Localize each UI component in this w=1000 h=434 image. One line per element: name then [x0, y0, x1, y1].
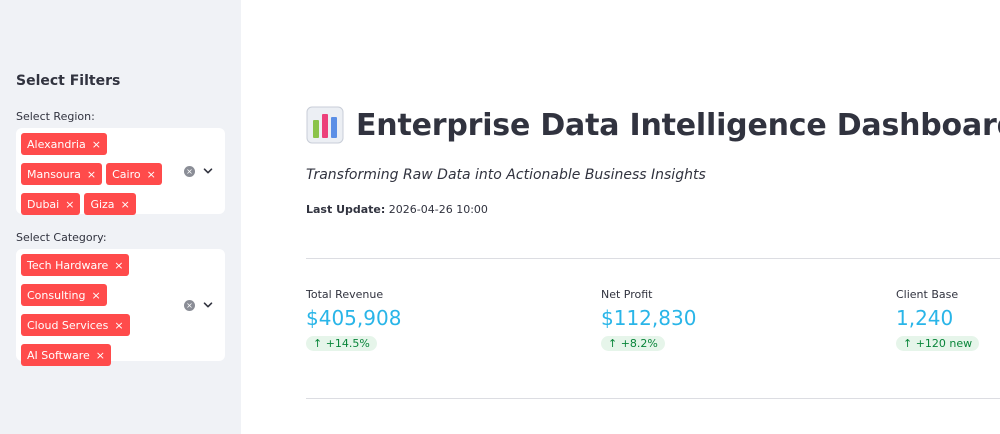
- last-update-label: Last Update:: [306, 203, 386, 216]
- clear-icon[interactable]: ×: [184, 300, 195, 311]
- metric-delta-badge: ↑ +14.5%: [306, 336, 377, 351]
- category-tag: Tech Hardware ×: [21, 254, 130, 276]
- title-row: Enterprise Data Intelligence Dashboard: [306, 106, 1000, 144]
- region-filter-label: Select Region:: [16, 110, 95, 123]
- region-tag-label: Alexandria: [27, 137, 86, 151]
- category-tag: Consulting ×: [21, 284, 107, 306]
- metric-delta-badge: ↑ +120 new: [896, 336, 980, 351]
- main-content: Enterprise Data Intelligence Dashboard T…: [241, 0, 1000, 434]
- category-filter-label: Select Category:: [16, 231, 107, 244]
- category-tag: Cloud Services ×: [21, 314, 130, 336]
- remove-tag-icon[interactable]: ×: [91, 290, 100, 301]
- remove-tag-icon[interactable]: ×: [114, 260, 123, 271]
- remove-tag-icon[interactable]: ×: [121, 199, 130, 210]
- region-tag-label: Cairo: [112, 167, 141, 181]
- metric-label: Net Profit: [601, 288, 653, 301]
- divider: [306, 398, 1000, 399]
- chevron-down-icon[interactable]: [203, 300, 213, 310]
- category-multiselect[interactable]: Tech Hardware × Consulting × Cloud Servi…: [16, 249, 225, 366]
- page-subtitle: Transforming Raw Data into Actionable Bu…: [306, 167, 706, 183]
- region-tags: Alexandria × Mansoura × Cairo × Dubai × …: [21, 133, 171, 215]
- region-tag: Dubai ×: [21, 193, 81, 215]
- metric-value: $112,830: [601, 306, 697, 330]
- remove-tag-icon[interactable]: ×: [87, 169, 96, 180]
- divider: [306, 258, 1000, 259]
- region-tag-label: Mansoura: [27, 167, 81, 181]
- sidebar-title: Select Filters: [16, 73, 121, 89]
- sidebar: Select Filters Select Region: Alexandria…: [0, 0, 241, 434]
- metric-label: Client Base: [896, 288, 959, 301]
- metric-value: $405,908: [306, 306, 402, 330]
- region-tag: Alexandria ×: [21, 133, 107, 155]
- metric-delta-badge: ↑ +8.2%: [601, 336, 665, 351]
- remove-tag-icon[interactable]: ×: [114, 320, 123, 331]
- category-tag-label: Cloud Services: [27, 318, 109, 332]
- remove-tag-icon[interactable]: ×: [65, 199, 74, 210]
- remove-tag-icon[interactable]: ×: [96, 350, 105, 361]
- region-tag: Mansoura ×: [21, 163, 103, 185]
- remove-tag-icon[interactable]: ×: [92, 139, 101, 150]
- remove-tag-icon[interactable]: ×: [147, 169, 156, 180]
- metric-value: 1,240: [896, 306, 954, 330]
- metric-net-profit: Net Profit $112,830 ↑ +8.2%: [601, 288, 696, 351]
- category-tag-label: Tech Hardware: [27, 258, 109, 272]
- category-tags: Tech Hardware × Consulting × Cloud Servi…: [21, 254, 171, 366]
- region-tag: Giza ×: [84, 193, 136, 215]
- last-update: Last Update: 2026-04-26 10:00: [306, 203, 488, 216]
- bar-chart-icon: [306, 106, 344, 144]
- page-title: Enterprise Data Intelligence Dashboard: [356, 107, 1000, 143]
- region-tag-label: Dubai: [27, 197, 60, 211]
- metric-client-base: Client Base 1,240 ↑ +120 new: [896, 288, 980, 351]
- last-update-value: 2026-04-26 10:00: [388, 203, 488, 216]
- chevron-down-icon[interactable]: [203, 166, 213, 176]
- category-tag-label: AI Software: [27, 348, 90, 362]
- region-tag: Cairo ×: [106, 163, 162, 185]
- clear-icon[interactable]: ×: [184, 166, 195, 177]
- category-tag: AI Software ×: [21, 344, 111, 366]
- metric-total-revenue: Total Revenue $405,908 ↑ +14.5%: [306, 288, 401, 351]
- region-tag-label: Giza: [90, 197, 115, 211]
- metric-label: Total Revenue: [306, 288, 384, 301]
- region-multiselect[interactable]: Alexandria × Mansoura × Cairo × Dubai × …: [16, 128, 225, 215]
- category-tag-label: Consulting: [27, 288, 86, 302]
